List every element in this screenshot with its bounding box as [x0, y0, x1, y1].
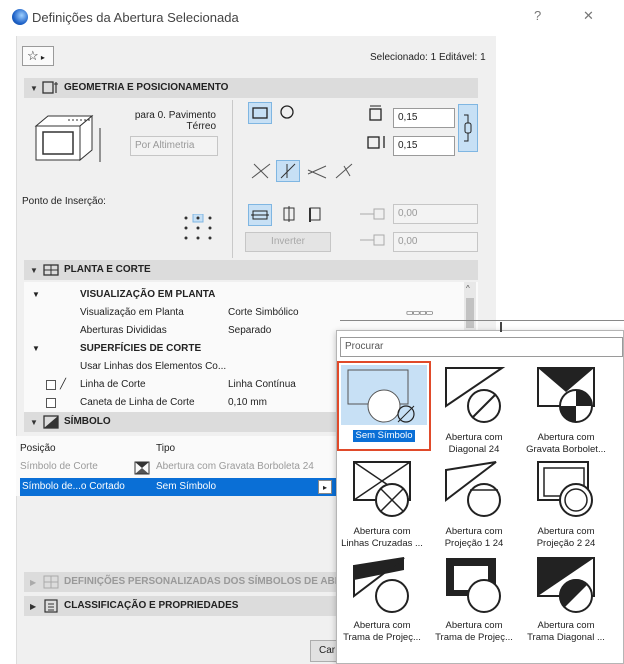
expand-arrow-icon[interactable]: ▶ [30, 602, 36, 611]
rectangle-shape-button[interactable] [248, 102, 272, 124]
height-dimension-icon [367, 136, 385, 149]
mirror-3-icon[interactable] [304, 204, 326, 224]
close-button[interactable]: ✕ [583, 8, 594, 24]
selected-info: Selecionado: 1 Editável: 1 [370, 52, 486, 63]
width-input[interactable]: 0,15 [393, 108, 455, 128]
expand-arrow-icon[interactable]: ▶ [30, 578, 36, 587]
diagonal-hatch-symbol-icon[interactable] [534, 556, 598, 616]
symbol-item-label: Abertura com Trama Diagonal ... [527, 620, 605, 643]
symbol-table: Posição Tipo Símbolo de Corte Abertura c… [16, 436, 336, 496]
chain-link-icon [464, 114, 472, 142]
projection-1-symbol-icon[interactable] [442, 460, 506, 520]
orientation-3-icon[interactable] [304, 160, 330, 182]
altimetry-select[interactable]: Por Altimetria [130, 136, 218, 156]
collapse-arrow-icon[interactable]: ▼ [30, 84, 38, 93]
orientation-2-icon [280, 163, 296, 179]
table-row[interactable]: ▼ VISUALIZAÇÃO EM PLANTA [24, 286, 478, 304]
rectangle-icon [252, 107, 268, 119]
section-header-plan[interactable]: PLANTA E CORTE [24, 260, 478, 280]
symbol-dropdown-button[interactable]: ▸ [318, 480, 332, 494]
popup-top-border [340, 320, 624, 321]
mirror-button-1[interactable] [248, 204, 272, 226]
projection-hatch-1-symbol-icon[interactable] [350, 556, 414, 616]
diagonal-symbol-icon[interactable] [442, 366, 506, 426]
symbol-item-label: Abertura com Diagonal 24 [445, 432, 503, 455]
width-dimension-icon [369, 105, 382, 121]
window-title: Definições da Abertura Selecionada [32, 10, 239, 25]
symbol-icon [43, 415, 59, 429]
plan-section-icon [43, 264, 59, 276]
favorites-button[interactable]: ☆ ▸ [22, 46, 54, 66]
divider [232, 100, 233, 258]
orientation-4-icon[interactable] [332, 160, 358, 182]
symbol-item-label: Abertura com Projeção 2 24 [536, 526, 596, 549]
star-icon: ☆ [27, 48, 39, 63]
symbol-item-label: Abertura com Linhas Cruzadas ... [341, 526, 423, 549]
insertion-point-label: Ponto de Inserção: [22, 196, 106, 207]
table-row-selected[interactable]: Símbolo de...o Cortado Sem Símbolo ▸ [20, 478, 336, 496]
projection-hatch-2-symbol-icon[interactable] [442, 556, 506, 616]
geometry-icon [42, 81, 58, 94]
table-row[interactable]: Símbolo de Corte Abertura com Gravata Bo… [20, 458, 336, 476]
opening-preview-icon [34, 114, 101, 162]
help-button[interactable]: ? [534, 8, 541, 23]
story-label: para 0. Pavimento [134, 110, 216, 121]
cut-pen-checkbox[interactable] [46, 398, 56, 408]
scroll-up-icon[interactable]: ^ [466, 284, 470, 293]
link-dimensions-button[interactable] [458, 104, 478, 152]
archicad-logo-icon [12, 9, 28, 25]
scroll-thumb[interactable] [466, 298, 474, 328]
table-header: Posição Tipo [20, 443, 176, 454]
selected-highlight-box [337, 361, 431, 451]
story-label-2: Térreo [186, 121, 216, 132]
circle-shape-button[interactable] [276, 102, 300, 124]
orientation-2-button[interactable] [276, 160, 300, 182]
mirror-2-icon[interactable] [278, 204, 300, 224]
symbol-item-label: Abertura com Gravata Borbolet... [526, 432, 606, 455]
popup-pointer [500, 322, 502, 332]
orientation-1-icon[interactable] [248, 160, 274, 182]
anchor-point-grid[interactable] [180, 214, 216, 242]
symbol-item-label: Abertura com Trama de Projeç... [343, 620, 421, 643]
symbol-item-label: Abertura com Trama de Projeç... [435, 620, 513, 643]
bowtie-symbol-icon[interactable] [534, 366, 598, 426]
custom-settings-icon [43, 575, 59, 589]
bowtie-symbol-icon [134, 461, 150, 475]
section-header-geometry[interactable]: GEOMETRIA E POSICIONAMENTO [24, 78, 478, 98]
projection-2-symbol-icon[interactable] [534, 460, 598, 520]
cross-lines-symbol-icon[interactable] [350, 460, 414, 520]
search-input[interactable]: Procurar [340, 337, 623, 357]
invert-button[interactable]: Inverter [245, 232, 331, 252]
line-icon: ╱ [60, 379, 67, 390]
collapse-arrow-icon[interactable]: ▼ [30, 266, 38, 275]
height-input[interactable]: 0,15 [393, 136, 455, 156]
classification-icon [44, 599, 58, 613]
mirror-1-icon [251, 210, 269, 220]
symbol-item-label: Abertura com Projeção 1 24 [444, 526, 504, 549]
circle-icon [280, 105, 294, 119]
offset-1-icon [360, 208, 385, 220]
cut-line-checkbox[interactable] [46, 380, 56, 390]
collapse-arrow-icon[interactable]: ▼ [30, 418, 38, 427]
offset-2-icon [360, 234, 385, 246]
offset-1-input[interactable]: 0,00 [393, 204, 478, 224]
offset-2-input[interactable]: 0,00 [393, 232, 478, 252]
